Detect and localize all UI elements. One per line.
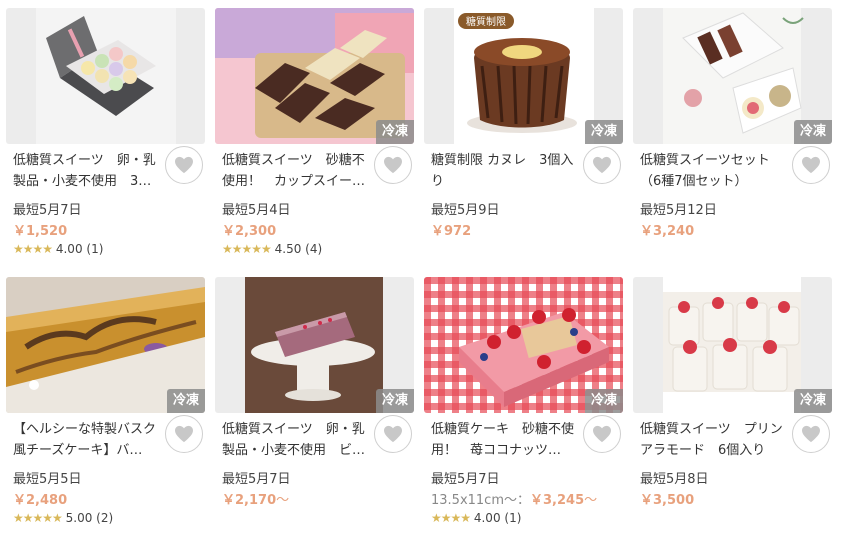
product-card[interactable]: 糖質制限 冷凍 糖質制限 カヌレ 3個入り 最短5月9日 ￥972 — [424, 8, 623, 268]
product-card[interactable]: 冷凍 低糖質スイーツ プリンアラモード 6個入り 最短5月8日 ￥3,500 — [633, 277, 832, 537]
product-image[interactable] — [6, 8, 205, 144]
price: ￥3,240 — [640, 220, 694, 239]
price-value: ￥2,480 — [13, 493, 68, 508]
frozen-badge: 冷凍 — [167, 389, 205, 413]
rating-value: 4.00 (1) — [473, 511, 522, 525]
rating-value: 4.50 (4) — [274, 242, 323, 256]
star-icon: ★★★★ — [431, 511, 471, 525]
product-image[interactable]: 冷凍 — [424, 277, 623, 413]
price: ￥2,170～ — [222, 489, 289, 508]
price: 13.5x11cm～：￥3,245～ — [431, 489, 597, 508]
shipping-date: 最短5月9日 — [431, 203, 500, 218]
favorite-button[interactable] — [583, 146, 621, 184]
frozen-badge: 冷凍 — [376, 120, 414, 144]
heart-icon — [384, 156, 402, 174]
favorite-button[interactable] — [374, 146, 412, 184]
price-value: ￥2,300 — [222, 224, 277, 239]
shipping-date: 最短5月7日 — [13, 203, 82, 218]
product-card[interactable]: 冷凍 【ヘルシーな特製バスク風チーズケーキ】バ… 最短5月5日 ￥2,480 ★… — [6, 277, 205, 537]
product-image[interactable]: 冷凍 — [633, 8, 832, 144]
frozen-badge: 冷凍 — [585, 120, 623, 144]
product-card[interactable]: 低糖質スイーツ 卵・乳製品・小麦不使用 3… 最短5月7日 ￥1,520 ★★★… — [6, 8, 205, 268]
price-value: ￥3,245 — [530, 493, 585, 508]
price: ￥2,300 — [222, 220, 276, 239]
product-card[interactable]: 冷凍 低糖質スイーツ 卵・乳製品・小麦不使用 ビ… 最短5月7日 ￥2,170～ — [215, 277, 414, 537]
heart-icon — [802, 156, 820, 174]
size-label: 13.5x11cm～： — [431, 493, 530, 508]
frozen-badge: 冷凍 — [376, 389, 414, 413]
star-icon: ★★★★ — [13, 242, 53, 256]
price: ￥2,480 — [13, 489, 67, 508]
shipping-date: 最短5月7日 — [431, 472, 500, 487]
heart-icon — [802, 425, 820, 443]
heart-icon — [175, 425, 193, 443]
shipping-date: 最短5月12日 — [640, 203, 717, 218]
rating: ★★★★★ 5.00 (2) — [13, 511, 113, 525]
product-image[interactable]: 冷凍 — [6, 277, 205, 413]
heart-icon — [593, 156, 611, 174]
product-title[interactable]: 低糖質スイーツ 卵・乳製品・小麦不使用 3… — [13, 150, 159, 192]
product-title[interactable]: 低糖質スイーツ プリンアラモード 6個入り — [640, 419, 786, 461]
star-icon: ★★★★★ — [13, 511, 63, 525]
product-card[interactable]: 冷凍 低糖質スイーツセット（6種7個セット） 最短5月12日 ￥3,240 — [633, 8, 832, 268]
product-image[interactable]: 冷凍 — [633, 277, 832, 413]
product-card[interactable]: 冷凍 低糖質スイーツ 砂糖不使用！ カップスイー… 最短5月4日 ￥2,300 … — [215, 8, 414, 268]
product-title[interactable]: 低糖質スイーツセット（6種7個セット） — [640, 150, 786, 192]
heart-icon — [384, 425, 402, 443]
favorite-button[interactable] — [165, 415, 203, 453]
frozen-badge: 冷凍 — [794, 120, 832, 144]
price-value: ￥3,500 — [640, 493, 695, 508]
price-value: ￥3,240 — [640, 224, 695, 239]
price-value: ￥1,520 — [13, 224, 68, 239]
product-title[interactable]: 糖質制限 カヌレ 3個入り — [431, 150, 577, 192]
rating: ★★★★ 4.00 (1) — [13, 242, 103, 256]
shipping-date: 最短5月5日 — [13, 472, 82, 487]
frozen-badge: 冷凍 — [585, 389, 623, 413]
price-value: ￥2,170 — [222, 493, 277, 508]
product-image[interactable]: 冷凍 — [215, 277, 414, 413]
heart-icon — [593, 425, 611, 443]
price-suffix: ～ — [584, 493, 598, 508]
product-image[interactable]: 糖質制限 冷凍 — [424, 8, 623, 144]
image-label: 糖質制限 — [466, 15, 506, 28]
product-title[interactable]: 【ヘルシーな特製バスク風チーズケーキ】バ… — [13, 419, 159, 461]
shipping-date: 最短5月7日 — [222, 472, 291, 487]
price-suffix: ～ — [276, 493, 290, 508]
price: ￥972 — [431, 220, 471, 239]
rating: ★★★★ 4.00 (1) — [431, 511, 521, 525]
price-value: ￥972 — [431, 224, 472, 239]
favorite-button[interactable] — [792, 146, 830, 184]
shipping-date: 最短5月4日 — [222, 203, 291, 218]
product-title[interactable]: 低糖質スイーツ 卵・乳製品・小麦不使用 ビ… — [222, 419, 368, 461]
price: ￥3,500 — [640, 489, 694, 508]
shipping-date: 最短5月8日 — [640, 472, 709, 487]
rating: ★★★★★ 4.50 (4) — [222, 242, 322, 256]
favorite-button[interactable] — [792, 415, 830, 453]
rating-value: 5.00 (2) — [65, 511, 114, 525]
favorite-button[interactable] — [583, 415, 621, 453]
product-title[interactable]: 低糖質ケーキ 砂糖不使用！ 苺ココナッツ… — [431, 419, 577, 461]
product-grid: 低糖質スイーツ 卵・乳製品・小麦不使用 3… 最短5月7日 ￥1,520 ★★★… — [0, 0, 842, 533]
price: ￥1,520 — [13, 220, 67, 239]
favorite-button[interactable] — [374, 415, 412, 453]
product-title[interactable]: 低糖質スイーツ 砂糖不使用！ カップスイー… — [222, 150, 368, 192]
product-image[interactable]: 冷凍 — [215, 8, 414, 144]
heart-icon — [175, 156, 193, 174]
star-icon: ★★★★★ — [222, 242, 272, 256]
favorite-button[interactable] — [165, 146, 203, 184]
rating-value: 4.00 (1) — [55, 242, 104, 256]
frozen-badge: 冷凍 — [794, 389, 832, 413]
product-card[interactable]: 冷凍 低糖質ケーキ 砂糖不使用！ 苺ココナッツ… 最短5月7日 13.5x11c… — [424, 277, 623, 537]
